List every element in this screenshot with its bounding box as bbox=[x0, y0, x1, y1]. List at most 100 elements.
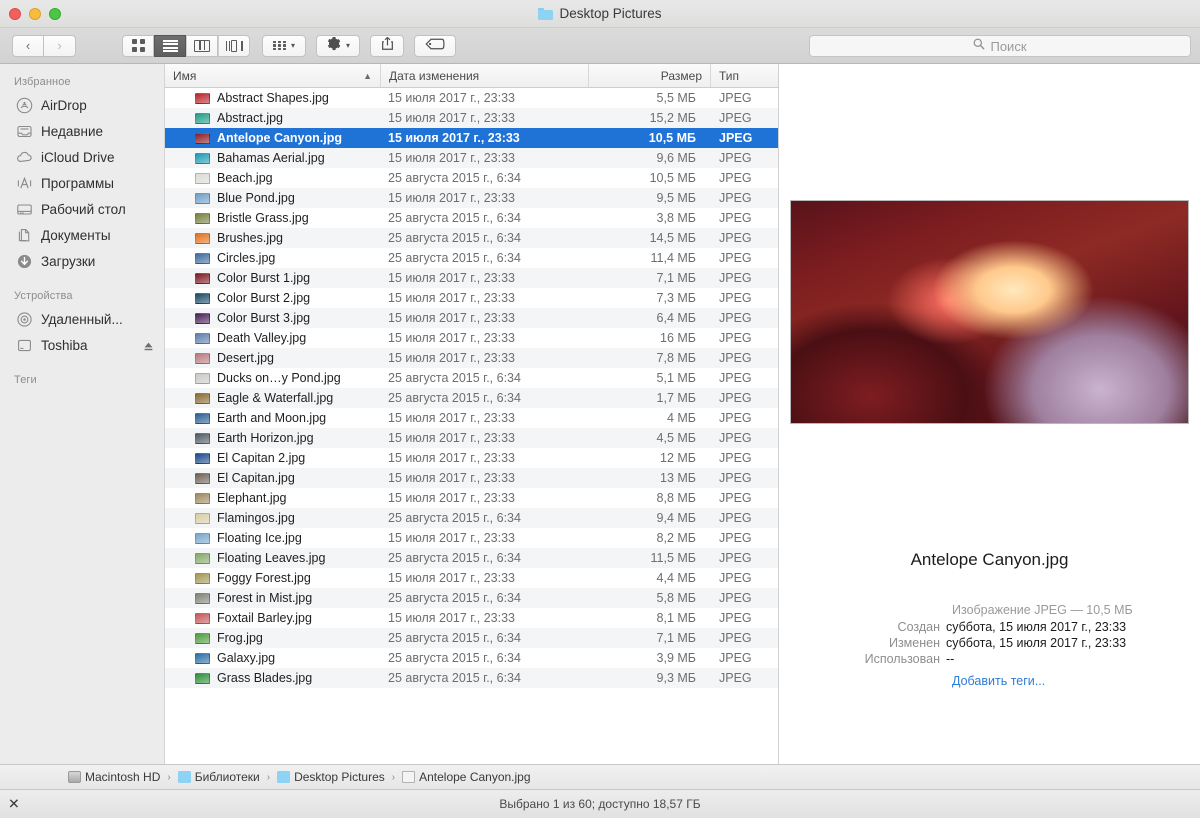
close-button[interactable] bbox=[9, 7, 21, 20]
sidebar-item-icloud-drive[interactable]: iCloud Drive bbox=[0, 144, 164, 170]
file-thumbnail-icon bbox=[195, 352, 210, 364]
gallery-view-button[interactable] bbox=[218, 34, 250, 57]
sidebar-item-airdrop[interactable]: AirDrop bbox=[0, 92, 164, 118]
sidebar-item-recents[interactable]: Недавние bbox=[0, 118, 164, 144]
tag-button[interactable] bbox=[414, 34, 456, 57]
cell-name: Circles.jpg bbox=[165, 251, 380, 265]
table-row[interactable]: Grass Blades.jpg 25 августа 2015 г., 6:34… bbox=[165, 668, 778, 688]
table-row[interactable]: Color Burst 1.jpg 15 июля 2017 г., 23:33 7… bbox=[165, 268, 778, 288]
cell-name: Beach.jpg bbox=[165, 171, 380, 185]
cell-kind: JPEG bbox=[719, 151, 752, 165]
table-row[interactable]: El Capitan 2.jpg 15 июля 2017 г., 23:33 12… bbox=[165, 448, 778, 468]
file-thumbnail-icon bbox=[195, 492, 210, 504]
file-thumbnail-icon bbox=[195, 312, 210, 324]
sidebar-item-applications[interactable]: Программы bbox=[0, 170, 164, 196]
column-header-size[interactable]: Размер bbox=[588, 64, 710, 87]
search-field[interactable]: Поиск bbox=[809, 35, 1191, 57]
column-label: Тип bbox=[719, 68, 740, 83]
column-view-button[interactable] bbox=[186, 34, 218, 57]
table-row[interactable]: Blue Pond.jpg 15 июля 2017 г., 23:33 9,5 М… bbox=[165, 188, 778, 208]
column-header-name[interactable]: Имя ▲ bbox=[165, 64, 380, 87]
table-row[interactable]: Death Valley.jpg 15 июля 2017 г., 23:33 16… bbox=[165, 328, 778, 348]
table-row[interactable]: Desert.jpg 15 июля 2017 г., 23:33 7,8 МБ JP… bbox=[165, 348, 778, 368]
column-label: Дата изменения bbox=[389, 68, 480, 83]
cell-kind: JPEG bbox=[719, 451, 752, 465]
table-row[interactable]: Antelope Canyon.jpg 15 июля 2017 г., 23:3… bbox=[165, 128, 778, 148]
sidebar-item-toshiba[interactable]: Toshiba bbox=[0, 332, 164, 358]
share-icon bbox=[381, 36, 394, 56]
table-row[interactable]: Bahamas Aerial.jpg 15 июля 2017 г., 23:33… bbox=[165, 148, 778, 168]
zoom-button[interactable] bbox=[49, 7, 61, 20]
sidebar-item-desktop[interactable]: Рабочий стол bbox=[0, 196, 164, 222]
table-row[interactable]: Foxtail Barley.jpg 15 июля 2017 г., 23:33… bbox=[165, 608, 778, 628]
table-row[interactable]: Foggy Forest.jpg 15 июля 2017 г., 23:33 4,… bbox=[165, 568, 778, 588]
cell-size: 8,8 МБ bbox=[656, 491, 696, 505]
table-row[interactable]: Ducks on…y Pond.jpg 25 августа 2015 г., 6… bbox=[165, 368, 778, 388]
action-menu-button[interactable]: ▾ bbox=[316, 34, 360, 57]
eject-icon[interactable] bbox=[143, 340, 154, 351]
table-row[interactable]: Earth Horizon.jpg 15 июля 2017 г., 23:33 4… bbox=[165, 428, 778, 448]
table-row[interactable]: Flamingos.jpg 25 августа 2015 г., 6:34 9,4… bbox=[165, 508, 778, 528]
file-thumbnail-icon bbox=[195, 472, 210, 484]
cell-kind: JPEG bbox=[719, 511, 752, 525]
cell-date: 25 августа 2015 г., 6:34 bbox=[388, 371, 521, 385]
list-view-button[interactable] bbox=[154, 34, 186, 57]
table-row[interactable]: Floating Ice.jpg 15 июля 2017 г., 23:33 8,… bbox=[165, 528, 778, 548]
cell-kind: JPEG bbox=[719, 131, 753, 145]
minimize-button[interactable] bbox=[29, 7, 41, 20]
share-button[interactable] bbox=[370, 34, 404, 57]
table-row[interactable]: Beach.jpg 25 августа 2015 г., 6:34 10,5 МБ… bbox=[165, 168, 778, 188]
table-row[interactable]: Earth and Moon.jpg 15 июля 2017 г., 23:33… bbox=[165, 408, 778, 428]
cell-date: 15 июля 2017 г., 23:33 bbox=[388, 411, 516, 425]
cell-name: Flamingos.jpg bbox=[165, 511, 380, 525]
table-row[interactable]: El Capitan.jpg 15 июля 2017 г., 23:33 13 М… bbox=[165, 468, 778, 488]
breadcrumb-item-2[interactable]: Desktop Pictures bbox=[277, 770, 385, 784]
close-icon[interactable]: ✕ bbox=[8, 796, 20, 813]
cell-name: Eagle & Waterfall.jpg bbox=[165, 391, 380, 405]
cell-date: 15 июля 2017 г., 23:33 bbox=[388, 151, 516, 165]
arrange-button[interactable]: ▾ bbox=[262, 34, 306, 57]
file-name: Earth Horizon.jpg bbox=[217, 431, 314, 445]
breadcrumb-item-0[interactable]: Macintosh HD bbox=[68, 770, 160, 784]
table-row[interactable]: Forest in Mist.jpg 25 августа 2015 г., 6:… bbox=[165, 588, 778, 608]
sidebar-item-downloads[interactable]: Загрузки bbox=[0, 248, 164, 274]
table-row[interactable]: Abstract Shapes.jpg 15 июля 2017 г., 23:3… bbox=[165, 88, 778, 108]
cell-date: 25 августа 2015 г., 6:34 bbox=[388, 511, 521, 525]
breadcrumb-item-1[interactable]: Библиотеки bbox=[177, 770, 260, 784]
cell-kind: JPEG bbox=[719, 231, 752, 245]
table-row[interactable]: Bristle Grass.jpg 25 августа 2015 г., 6:3… bbox=[165, 208, 778, 228]
preview-kind-line: Изображение JPEG — 10,5 МБ bbox=[952, 603, 1133, 617]
cloud-icon bbox=[16, 149, 33, 166]
table-row[interactable]: Frog.jpg 25 августа 2015 г., 6:34 7,1 МБ JP… bbox=[165, 628, 778, 648]
table-row[interactable]: Galaxy.jpg 25 августа 2015 г., 6:34 3,9 МБ… bbox=[165, 648, 778, 668]
file-icon bbox=[402, 771, 416, 783]
column-header-date[interactable]: Дата изменения bbox=[380, 64, 588, 87]
search-placeholder: Поиск bbox=[990, 38, 1027, 54]
file-name: Forest in Mist.jpg bbox=[217, 591, 313, 605]
sidebar-section-tags-header: Теги bbox=[14, 374, 37, 386]
table-row[interactable]: Color Burst 2.jpg 15 июля 2017 г., 23:33 7… bbox=[165, 288, 778, 308]
sort-ascending-icon: ▲ bbox=[363, 70, 372, 81]
cell-name: Frog.jpg bbox=[165, 631, 380, 645]
add-tags-link[interactable]: Добавить теги... bbox=[952, 674, 1045, 688]
title-bar: Desktop Pictures bbox=[0, 0, 1200, 28]
column-header-kind[interactable]: Тип bbox=[710, 64, 778, 87]
forward-button[interactable]: › bbox=[44, 34, 76, 57]
table-row[interactable]: Elephant.jpg 15 июля 2017 г., 23:33 8,8 МБ… bbox=[165, 488, 778, 508]
back-button[interactable]: ‹ bbox=[12, 34, 44, 57]
breadcrumb-item-3[interactable]: Antelope Canyon.jpg bbox=[402, 770, 531, 784]
table-row[interactable]: Color Burst 3.jpg 15 июля 2017 г., 23:33 6… bbox=[165, 308, 778, 328]
file-name: Bahamas Aerial.jpg bbox=[217, 151, 325, 165]
sidebar-item-label: Удаленный... bbox=[41, 311, 123, 327]
table-row[interactable]: Eagle & Waterfall.jpg 25 августа 2015 г.,… bbox=[165, 388, 778, 408]
table-row[interactable]: Circles.jpg 25 августа 2015 г., 6:34 11,4 … bbox=[165, 248, 778, 268]
table-row[interactable]: Brushes.jpg 25 августа 2015 г., 6:34 14,5 … bbox=[165, 228, 778, 248]
table-row[interactable]: Floating Leaves.jpg 25 августа 2015 г., 6… bbox=[165, 548, 778, 568]
cell-size: 10,5 МБ bbox=[648, 131, 696, 145]
sidebar-item-remote-disc[interactable]: Удаленный... bbox=[0, 306, 164, 332]
table-row[interactable]: Abstract.jpg 15 июля 2017 г., 23:33 15,2 М… bbox=[165, 108, 778, 128]
file-name: Floating Leaves.jpg bbox=[217, 551, 326, 565]
icon-view-button[interactable] bbox=[122, 34, 154, 57]
sidebar-item-documents[interactable]: Документы bbox=[0, 222, 164, 248]
cell-size: 13 МБ bbox=[660, 471, 696, 485]
